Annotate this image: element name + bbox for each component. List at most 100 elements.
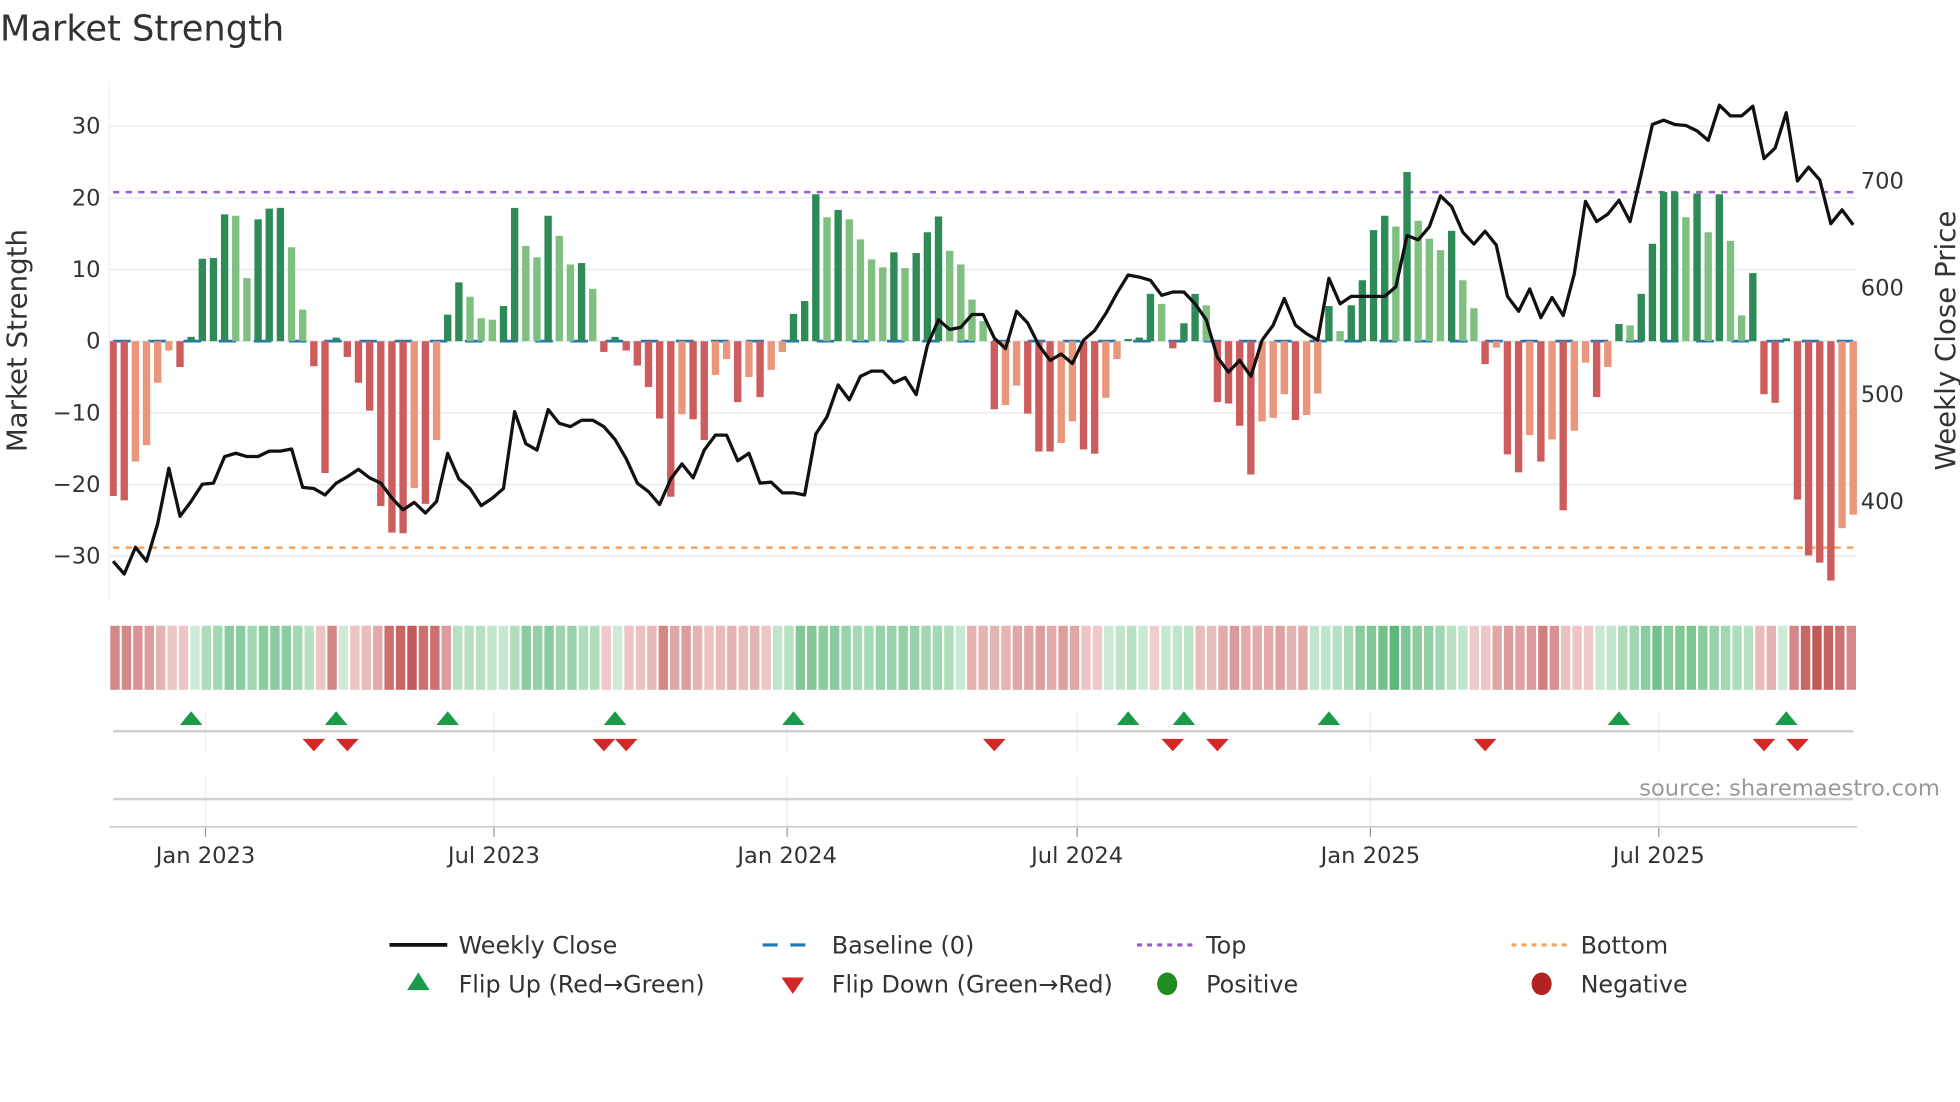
strength-bar-negative <box>1816 341 1824 563</box>
strip-cell-positive <box>1401 625 1411 690</box>
flip-down-marker <box>1161 738 1185 752</box>
y2-tick-label: 400 <box>1861 489 1904 515</box>
strip-cell-positive <box>1446 625 1457 690</box>
strength-bar-negative <box>1514 341 1523 473</box>
strength-bar-positive <box>1358 280 1367 342</box>
strip-cell-negative <box>601 625 611 690</box>
strength-bar-positive <box>444 314 452 342</box>
strip-cell-negative <box>658 625 669 690</box>
strip-cell-positive <box>772 625 783 690</box>
strip-cell-positive <box>1629 625 1639 690</box>
strength-bar-positive <box>1403 172 1411 342</box>
strip-cell-negative <box>384 625 394 690</box>
x-tick-label: Jan 2025 <box>1319 843 1421 869</box>
strip-cell-positive <box>887 625 897 690</box>
strength-bar-negative <box>1526 341 1534 436</box>
strength-bar-negative <box>622 341 630 351</box>
strip-cell-negative <box>1092 625 1103 690</box>
strip-cell-positive <box>258 625 269 690</box>
strip-cell-positive <box>1743 625 1754 690</box>
strength-bar-positive <box>1369 230 1378 342</box>
strength-bar-negative <box>722 341 731 360</box>
strength-bar-negative <box>1827 341 1835 581</box>
flip-up-marker <box>324 711 348 726</box>
strength-bar-negative <box>176 341 184 367</box>
legend-item: Weekly Close <box>389 932 617 960</box>
strength-bar-positive <box>968 299 976 342</box>
strength-bar-negative <box>1771 341 1779 403</box>
strength-bar-positive <box>577 263 586 342</box>
strength-bar-negative <box>154 341 162 383</box>
strength-bar-negative <box>1012 341 1021 386</box>
strip-cell-negative <box>738 625 748 690</box>
legend-item: Negative <box>1531 971 1688 999</box>
strength-bar-negative <box>354 341 363 383</box>
strength-bar-positive <box>488 319 497 342</box>
strength-bar-negative <box>1570 341 1579 431</box>
strength-bar-negative <box>1760 341 1768 395</box>
strength-bar-positive <box>856 239 865 342</box>
strength-bar-negative <box>700 341 708 441</box>
strip-cell-negative <box>1069 625 1080 690</box>
strip-cell-positive <box>1161 625 1171 690</box>
strength-bar-negative <box>990 341 998 410</box>
legend-item: Flip Down (Green→Red) <box>781 971 1113 999</box>
strip-cell-negative <box>407 625 417 690</box>
strip-cell-positive <box>1343 625 1354 690</box>
strip-cell-negative <box>692 625 703 690</box>
strength-bar-positive <box>220 214 229 342</box>
strength-bar-negative <box>1537 341 1545 462</box>
strength-bar-positive <box>1648 243 1657 342</box>
circle-icon <box>1531 972 1552 996</box>
strength-bar-negative <box>1280 341 1288 395</box>
strip-cell-positive <box>247 625 257 690</box>
strength-bar-positive <box>1436 250 1445 342</box>
strip-cell-negative <box>670 625 680 690</box>
flip-up-marker <box>1607 711 1631 726</box>
strip-cell-negative <box>373 625 383 690</box>
triangle-down-icon <box>781 977 805 994</box>
strength-bar-positive <box>544 215 552 342</box>
strip-cell-positive <box>795 625 806 690</box>
legend: Weekly Close Baseline (0) Top Bottom Flip Up… <box>389 932 1688 999</box>
strip-cell-positive <box>567 625 577 690</box>
strip-cell-positive <box>1332 625 1342 690</box>
strength-bar-positive <box>1459 280 1467 342</box>
strip-cell-positive <box>1138 625 1148 690</box>
strip-cell-positive <box>1618 625 1628 690</box>
legend-item: Positive <box>1157 971 1298 999</box>
strip-cell-negative <box>395 625 406 690</box>
y-tick-label: −20 <box>53 472 101 498</box>
strength-bar-negative <box>745 341 753 378</box>
circle-icon <box>1157 972 1178 996</box>
strip-cell-negative <box>1241 625 1251 690</box>
strip-cell-negative <box>1024 625 1034 690</box>
source-credit: source: sharemaestro.com <box>1639 775 1940 801</box>
strength-bar-negative <box>1581 341 1590 363</box>
strip-cell-negative <box>121 625 132 690</box>
strip-cell-negative <box>361 625 372 690</box>
y2-tick-label: 700 <box>1861 169 1904 195</box>
x-tick-label: Jan 2024 <box>735 843 837 869</box>
strength-bar-positive <box>1180 323 1188 342</box>
legend-item: Baseline (0) <box>762 932 974 960</box>
strip-cell-positive <box>944 625 954 690</box>
strip-cell-negative <box>1195 625 1205 690</box>
level-lines <box>113 190 1854 549</box>
strip-cell-positive <box>1663 625 1674 690</box>
strip-cell-negative <box>761 625 771 690</box>
strip-cell-positive <box>1606 625 1617 690</box>
strength-bar-negative <box>600 341 608 352</box>
strip-cell-negative <box>1515 625 1525 690</box>
strip-cell-negative <box>1046 625 1057 690</box>
strip-cell-positive <box>829 625 840 690</box>
strength-bar-negative <box>633 341 642 366</box>
strength-bar-negative <box>767 341 775 370</box>
legend-label: Positive <box>1206 971 1298 999</box>
strength-bar-negative <box>644 341 653 388</box>
strip-cell-positive <box>213 625 223 690</box>
flip-down-marker <box>336 738 359 752</box>
strip-cell-negative <box>1755 625 1765 690</box>
strip-cell-negative <box>1229 625 1240 690</box>
strip-cell-negative <box>430 625 440 690</box>
